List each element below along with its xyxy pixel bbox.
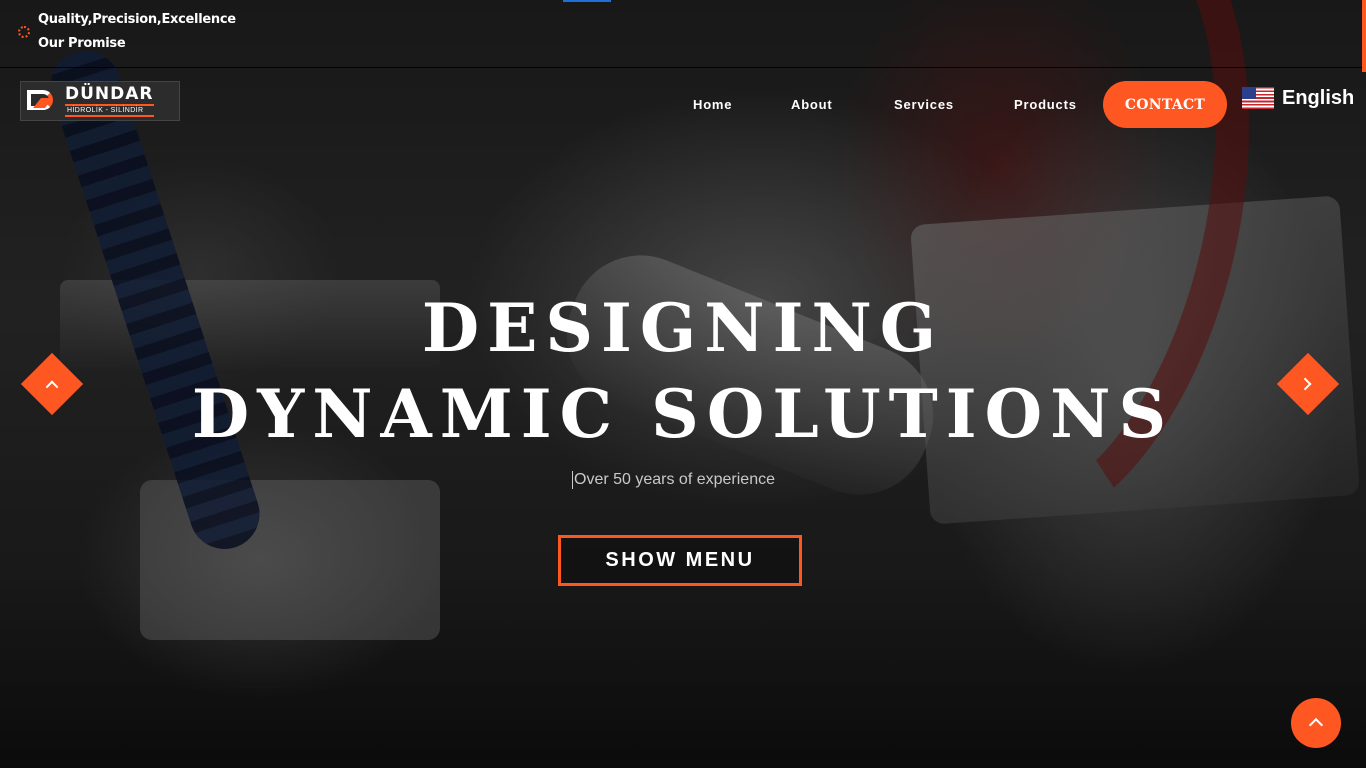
- top-strip: Quality,Precision,Excellence Our Promise: [0, 0, 1366, 68]
- scroll-to-top-button[interactable]: [1291, 698, 1341, 748]
- hero-title-line-2: DYNAMIC SOLUTIONS: [191, 375, 1175, 453]
- hero-subtitle: Over 50 years of experience: [572, 471, 775, 489]
- nav-about[interactable]: About: [791, 97, 833, 112]
- promise-line-2: Our Promise: [38, 36, 126, 51]
- language-selector[interactable]: English: [1242, 86, 1354, 110]
- language-label: English: [1282, 86, 1355, 109]
- top-accent-bar: [563, 0, 611, 2]
- gear-icon: [18, 26, 30, 38]
- nav-home[interactable]: Home: [693, 97, 732, 112]
- nav-products[interactable]: Products: [1014, 97, 1077, 112]
- logo-tagline: HİDROLİK - SİLİNDİR: [65, 104, 154, 117]
- promise-line-1: Quality,Precision,Excellence: [38, 12, 236, 27]
- chevron-up-icon: [1308, 717, 1324, 733]
- us-flag-icon: [1242, 87, 1274, 109]
- site-logo[interactable]: DÜNDAR HİDROLİK - SİLİNDİR: [20, 81, 180, 121]
- edge-accent-bar: [1362, 0, 1366, 72]
- chevron-left-icon: [45, 380, 59, 394]
- logo-mark-icon: [25, 86, 59, 116]
- show-menu-button[interactable]: SHOW MENU: [558, 535, 802, 586]
- contact-button[interactable]: CONTACT: [1103, 81, 1227, 128]
- chevron-right-icon: [1298, 377, 1312, 391]
- nav-services[interactable]: Services: [894, 97, 954, 112]
- hero-title-line-1: DESIGNING: [421, 289, 945, 367]
- logo-name: DÜNDAR: [65, 84, 154, 104]
